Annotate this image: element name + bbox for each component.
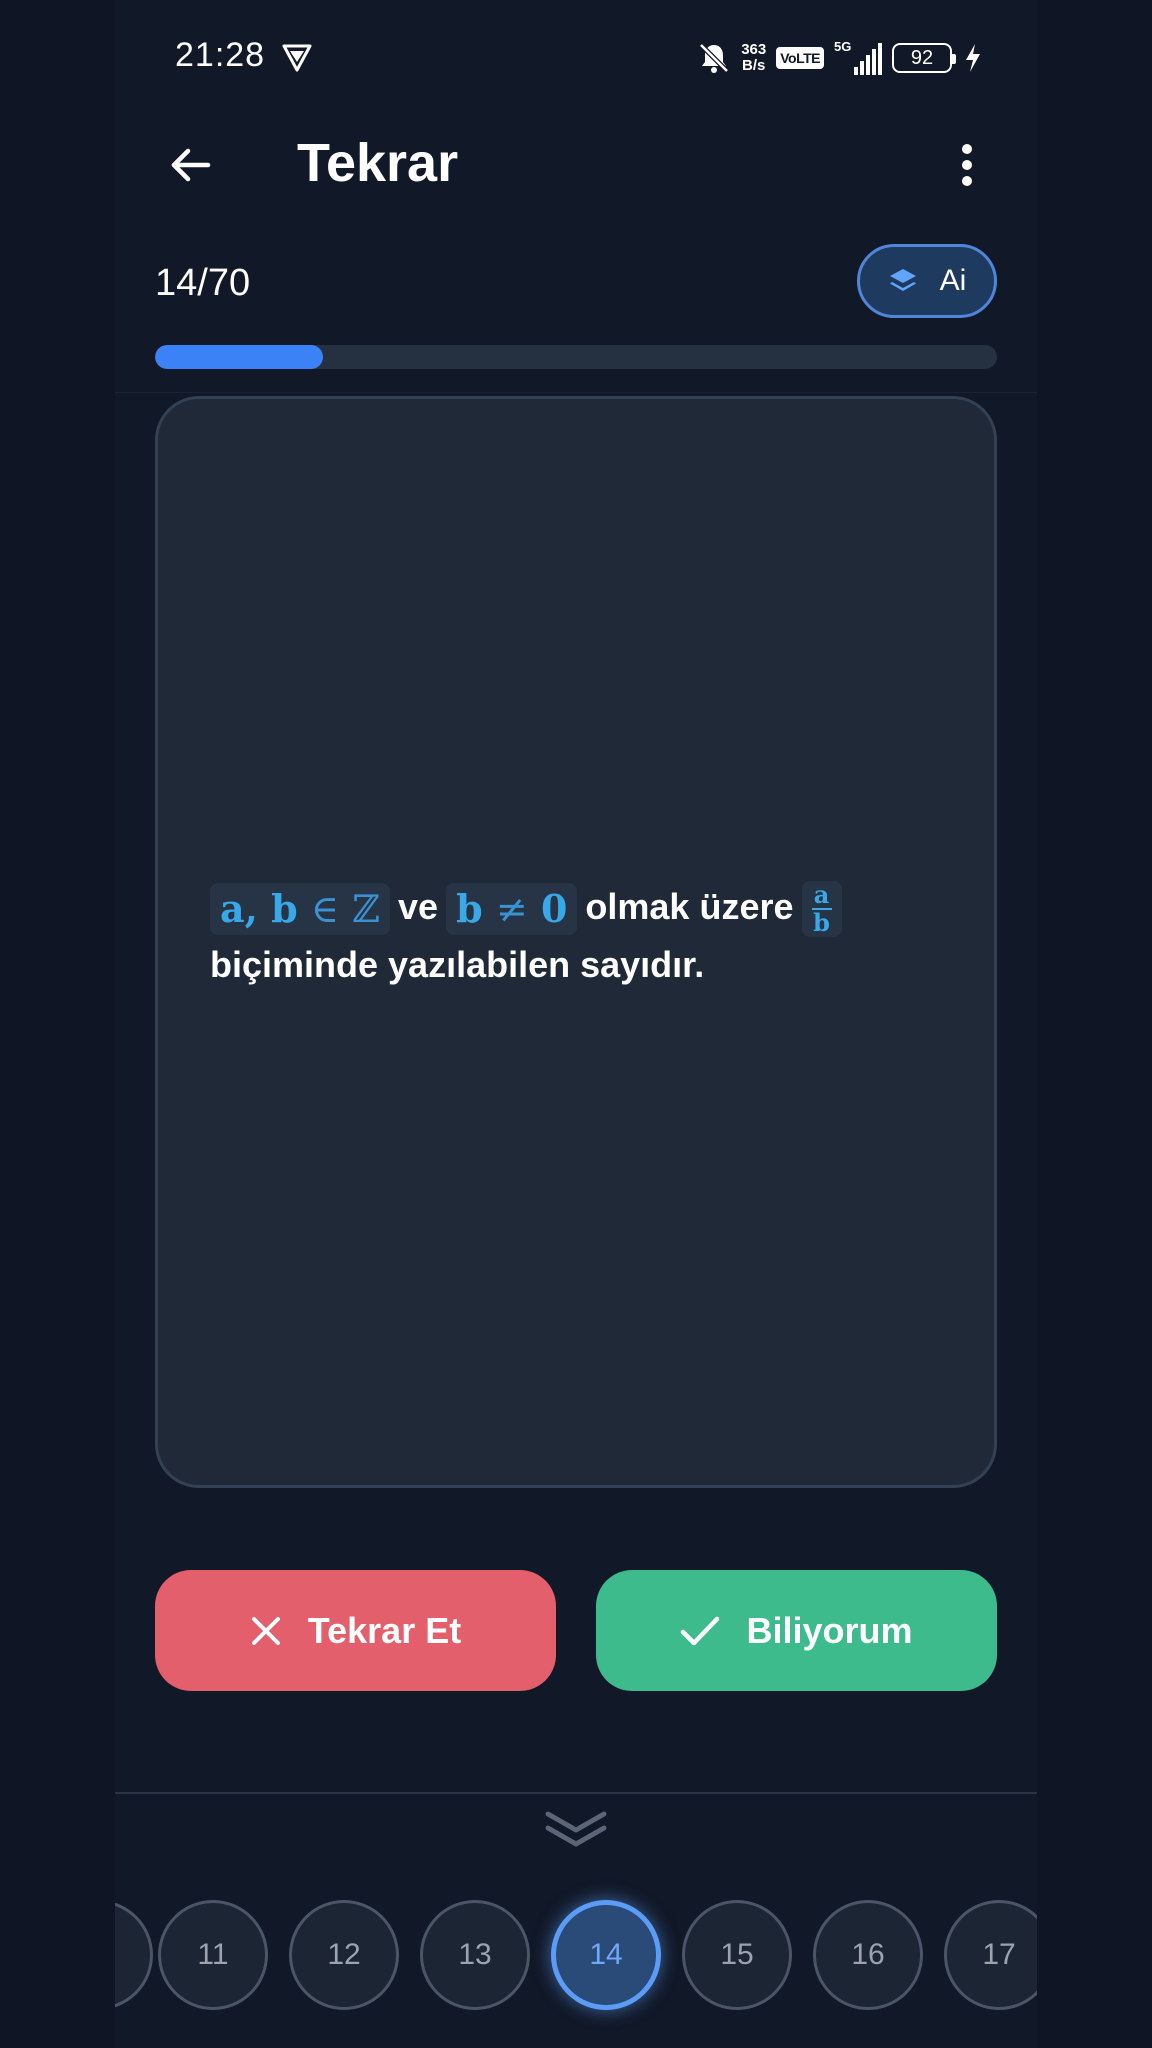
collapse-button[interactable] xyxy=(536,1800,616,1860)
app-screen: 21:28 363 B/s VoLTE 5G 92 Tekrar 14/70 A… xyxy=(115,0,1037,2048)
bottom-divider xyxy=(115,1792,1037,1794)
repeat-button-label: Tekrar Et xyxy=(307,1609,462,1651)
signal-bars-icon xyxy=(854,43,882,75)
progress-bar xyxy=(155,345,997,369)
progress-bar-fill xyxy=(155,345,324,369)
network-speed-unit: B/s xyxy=(742,57,766,74)
charging-bolt-icon xyxy=(966,44,980,72)
close-icon xyxy=(251,1616,280,1645)
battery-level: 92 xyxy=(910,46,934,69)
fraction-numerator: a xyxy=(813,880,830,910)
page-chip-17[interactable]: 17 xyxy=(944,1900,1037,2010)
text-olmak-uzere: olmak üzere xyxy=(585,886,794,927)
math-b: b xyxy=(456,886,483,932)
status-time: 21:28 xyxy=(175,36,266,74)
math-fraction: ab xyxy=(801,880,842,938)
progress-counter: 14/70 xyxy=(155,262,251,304)
page-chip-partial[interactable] xyxy=(115,1900,153,2010)
math-integers: ℤ xyxy=(352,887,381,932)
back-button[interactable] xyxy=(155,130,225,200)
network-speed-value: 363 xyxy=(741,41,767,58)
header-divider xyxy=(115,392,1037,393)
text-line-2: biçiminde yazılabilen sayıdır. xyxy=(210,944,705,986)
math-expression-nonzero: b ≠ 0 xyxy=(446,883,578,936)
repeat-button[interactable]: Tekrar Et xyxy=(155,1570,556,1691)
status-icons: 363 B/s VoLTE 5G 92 xyxy=(697,38,982,78)
page-chip-15[interactable]: 15 xyxy=(682,1900,792,2010)
fraction-denominator: b xyxy=(813,908,830,938)
math-a-b: a, b xyxy=(220,886,298,932)
text-ve: ve xyxy=(398,886,439,927)
layers-icon xyxy=(889,269,916,291)
check-icon xyxy=(681,1616,720,1645)
chevron-double-down-icon xyxy=(545,1811,607,1847)
math-zero: 0 xyxy=(540,886,568,932)
more-options-button[interactable] xyxy=(932,130,1002,200)
math-expression-membership: a, b ∈ ℤ xyxy=(210,883,391,936)
notifications-off-icon xyxy=(699,43,729,73)
ai-button-label: Ai xyxy=(939,264,967,297)
flashcard-text: a, b ∈ ℤve b ≠ 0 olmak üzere a b biçiminde y… xyxy=(210,879,950,993)
page-chip-13[interactable]: 13 xyxy=(420,1900,530,2010)
left-gutter xyxy=(0,0,115,2048)
status-bar: 21:28 363 B/s VoLTE 5G 92 xyxy=(115,0,1037,110)
page-chip-14[interactable]: 14 xyxy=(551,1900,661,2010)
know-button-label: Biliyorum xyxy=(746,1609,913,1651)
page-chip-12[interactable]: 12 xyxy=(289,1900,399,2010)
app-bar: Tekrar xyxy=(115,110,1037,220)
ai-button[interactable]: Ai xyxy=(857,244,997,318)
signal-indicator: 5G xyxy=(834,39,882,75)
math-not-equal: ≠ xyxy=(495,887,528,932)
network-speed: 363 B/s xyxy=(741,42,766,74)
know-button[interactable]: Biliyorum xyxy=(596,1570,997,1691)
volte-badge: VoLTE xyxy=(776,47,824,69)
page-chip-16[interactable]: 16 xyxy=(813,1900,923,2010)
more-vertical-icon xyxy=(962,144,972,186)
page-chip-11[interactable]: 11 xyxy=(158,1900,268,2010)
arrow-left-icon xyxy=(171,148,211,182)
math-element-of: ∈ xyxy=(310,887,340,932)
battery-indicator: 92 xyxy=(892,43,956,73)
page-title: Tekrar xyxy=(297,133,459,193)
right-gutter xyxy=(1037,0,1152,2048)
vpn-shield-icon xyxy=(282,44,312,72)
flashcard[interactable]: a, b ∈ ℤve b ≠ 0 olmak üzere a b biçiminde y… xyxy=(155,396,997,1488)
